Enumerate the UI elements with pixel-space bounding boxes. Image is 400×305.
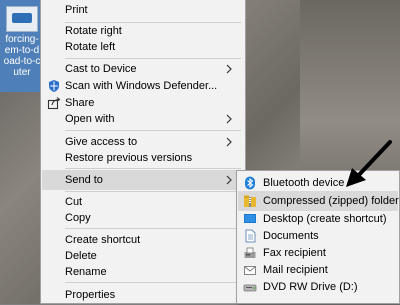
send-to-dvd-drive[interactable]: DVD RW Drive (D:) [238,277,398,297]
zip-folder-icon [244,195,256,207]
submenu-item-label: Documents [263,230,319,242]
chevron-right-icon [226,175,232,185]
menu-separator [65,228,241,229]
menu-item-label: Rotate right [65,25,122,37]
menu-separator [65,130,241,131]
chevron-right-icon [226,64,232,74]
menu-item-print[interactable]: Print [42,0,244,20]
documents-icon [245,229,256,243]
dvd-drive-icon [243,284,257,292]
menu-item-label: Properties [65,289,116,301]
menu-item-label: Give access to [65,136,138,148]
annotation-arrow-icon [346,140,392,187]
menu-item-label: Cut [65,196,83,208]
mail-icon [244,266,256,275]
share-icon [47,97,61,110]
menu-item-label: Rotate left [65,41,116,53]
chevron-right-icon [226,137,232,147]
menu-item-label: Share [65,97,95,109]
menu-item-copy[interactable]: Copy [42,208,244,228]
menu-item-open-with[interactable]: Open with [42,109,244,129]
menu-item-label: Print [65,4,88,16]
submenu-item-label: Fax recipient [263,247,326,259]
chevron-right-icon [226,114,232,124]
menu-item-label: Send to [65,174,103,186]
file-thumbnail [6,6,38,32]
menu-separator [65,168,241,169]
submenu-item-label: Desktop (create shortcut) [263,213,387,225]
send-to-compressed-folder[interactable]: Compressed (zipped) folder [238,191,399,211]
menu-item-label: Copy [65,212,91,224]
menu-item-send-to[interactable]: Send to [42,170,244,190]
menu-item-label: Create shortcut [65,234,141,246]
submenu-item-label: DVD RW Drive (D:) [263,281,358,293]
menu-item-label: Scan with Windows Defender... [65,80,218,92]
submenu-item-label: Mail recipient [263,264,328,276]
menu-item-label: Cast to Device [65,63,137,75]
menu-item-properties[interactable]: Properties [42,285,244,305]
menu-item-restore-previous-versions[interactable]: Restore previous versions [42,148,244,168]
context-menu: Print Rotate right Rotate left Cast to D… [40,0,246,304]
send-to-submenu: Bluetooth device Compressed (zipped) fol… [236,170,400,304]
submenu-item-label: Compressed (zipped) folder [263,195,399,207]
menu-item-label: Restore previous versions [65,152,193,164]
menu-item-label: Rename [65,266,107,278]
desktop-file-name: forcing- em-to-d oad-to-c uter [3,34,41,78]
menu-item-label: Open with [65,113,115,125]
desktop-file-icon[interactable]: forcing- em-to-d oad-to-c uter [0,0,45,92]
menu-item-label: Delete [65,250,97,262]
menu-item-rename[interactable]: Rename [42,262,244,282]
desktop-icon [244,214,256,223]
menu-separator [65,282,241,283]
bluetooth-icon [245,176,255,190]
windows-defender-icon [49,80,59,92]
fax-icon [244,247,256,258]
submenu-item-label: Bluetooth device [263,177,345,189]
menu-item-rotate-left[interactable]: Rotate left [42,37,244,57]
